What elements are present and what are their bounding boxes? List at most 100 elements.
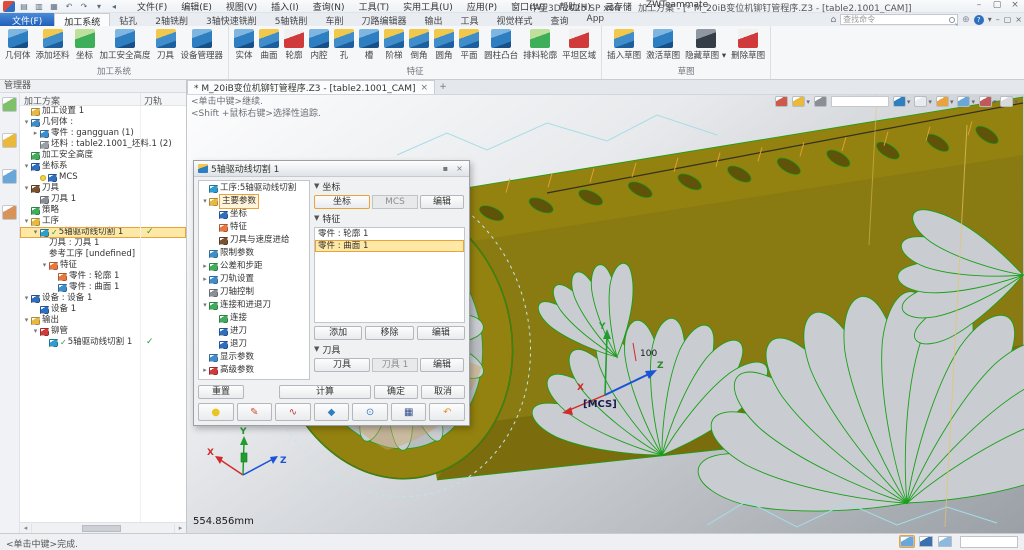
save-icon[interactable]: ▦ [48, 1, 60, 12]
expander-icon[interactable]: ▸ [201, 260, 209, 273]
menu-item-4[interactable]: 查询(N) [306, 0, 352, 14]
collapse-icon[interactable]: ◂ [108, 1, 120, 12]
dialog-nav-5[interactable]: 限制参数 [199, 247, 309, 260]
tree-row-0[interactable]: 加工设置 1 [20, 106, 186, 117]
ribbon-tab-9[interactable]: 视觉样式 [488, 13, 542, 26]
tips-icon[interactable]: ● [198, 403, 234, 421]
dialog-nav-8[interactable]: 刀轴控制 [199, 286, 309, 299]
doc-close-button[interactable]: × [1015, 15, 1022, 24]
ribbon-item-轮廓[interactable]: 轮廓 [282, 28, 306, 62]
ribbon-item-插入草图[interactable]: 插入草图 [605, 28, 643, 62]
tree-row-15[interactable]: 零件 : 轮廓 1 [20, 271, 186, 282]
tree-row-10[interactable]: ▾工序 [20, 216, 186, 227]
dialog-nav-4[interactable]: 刀具与速度进给 [199, 234, 309, 247]
expander-icon[interactable]: ▾ [22, 216, 31, 227]
ribbon-item-几何体[interactable]: 几何体 [3, 28, 33, 62]
ribbon-item-倒角[interactable]: 倒角 [407, 28, 431, 62]
tree-row-6[interactable]: MCS [20, 172, 186, 183]
export-view-icon[interactable] [775, 96, 788, 107]
coord-section-header[interactable]: ▼坐标 [314, 180, 465, 192]
scroll-right-arrow[interactable]: ▸ [175, 524, 186, 532]
expander-icon[interactable]: ▾ [22, 117, 31, 128]
dialog-pin-icon[interactable]: ▪ [440, 164, 451, 173]
tree-row-18[interactable]: 设备 1 [20, 304, 186, 315]
home-icon[interactable]: ⌂ [830, 15, 836, 25]
restore-operation-icon[interactable]: ↶ [429, 403, 465, 421]
tree-row-8[interactable]: 刀具 1 [20, 194, 186, 205]
ribbon-tab-5[interactable]: 车削 [316, 13, 352, 26]
expander-icon[interactable]: ▾ [22, 161, 31, 172]
ok-button[interactable]: 确定 [374, 385, 418, 399]
ribbon-item-排料轮廓[interactable]: 排料轮廓 [521, 28, 559, 62]
render-mode-icon[interactable]: ▾ [936, 96, 954, 107]
ribbon-tab-8[interactable]: 工具 [451, 13, 487, 26]
ribbon-tab-0[interactable]: 加工系统 [54, 13, 110, 26]
feature-item-1[interactable]: 零件 : 曲面 1 [315, 240, 464, 252]
feature-section-header[interactable]: ▼特征 [314, 212, 465, 224]
dialog-nav-0[interactable]: 工序:5轴驱动线切割 [199, 182, 309, 195]
panel-toggle-icon[interactable] [938, 536, 952, 547]
app-logo-icon[interactable] [3, 1, 15, 12]
ribbon-tab-2[interactable]: 2轴铣削 [146, 13, 197, 26]
tree-row-13[interactable]: 参考工序 [undefined] [20, 249, 186, 260]
ribbon-item-刀具[interactable]: 刀具 [154, 28, 178, 62]
ribbon-item-圆角[interactable]: 圆角 [432, 28, 456, 62]
tool-section-header[interactable]: ▼刀具 [314, 343, 465, 355]
dialog-close-icon[interactable]: × [454, 164, 465, 173]
tree-row-9[interactable]: 策略 [20, 205, 186, 216]
view-manager-icon[interactable] [2, 169, 17, 184]
menu-item-3[interactable]: 插入(I) [264, 0, 306, 14]
ribbon-item-激活草图[interactable]: 激活草图 [644, 28, 682, 62]
ribbon-item-阶梯[interactable]: 阶梯 [382, 28, 406, 62]
tool-pick-button[interactable]: 刀具 [314, 358, 370, 372]
display-toggle-icon[interactable] [919, 536, 933, 547]
tree-row-3[interactable]: 坯料 : table2.1001_坯料.1 (2) [20, 139, 186, 150]
view-cube-icon[interactable]: ▾ [914, 96, 932, 107]
ribbon-tab-10[interactable]: 查询 [542, 13, 578, 26]
ribbon-item-槽[interactable]: 槽 [357, 28, 381, 62]
dialog-nav-10[interactable]: 连接 [199, 312, 309, 325]
dialog-nav-9[interactable]: ▾连接和进退刀 [199, 299, 309, 312]
view-combo[interactable] [831, 96, 889, 107]
expander-icon[interactable]: ▾ [40, 260, 49, 271]
tool-edit-button[interactable]: 编辑 [420, 358, 464, 372]
expander-icon[interactable]: ▸ [31, 128, 40, 139]
expander-icon[interactable]: ▸ [201, 364, 209, 377]
ribbon-item-曲面[interactable]: 曲面 [257, 28, 281, 62]
tree-row-4[interactable]: 加工安全高度 [20, 150, 186, 161]
filter-mode-icon[interactable] [900, 536, 914, 547]
dialog-nav-14[interactable]: ▸高级参数 [199, 364, 309, 377]
edit-note-icon[interactable]: ✎ [237, 403, 273, 421]
tree-row-14[interactable]: ▾特征 [20, 260, 186, 271]
tool-check-icon[interactable]: ⊙ [352, 403, 388, 421]
scroll-left-arrow[interactable]: ◂ [20, 524, 31, 532]
cancel-button[interactable]: 取消 [421, 385, 465, 399]
measure-icon[interactable] [814, 96, 827, 107]
dialog-nav-13[interactable]: 显示参数 [199, 351, 309, 364]
ribbon-item-坐标[interactable]: 坐标 [73, 28, 97, 62]
expander-icon[interactable]: ▾ [201, 299, 209, 312]
expander-icon[interactable]: ▾ [22, 315, 31, 326]
ribbon-item-隐藏草图[interactable]: 隐藏草图 ▾ [683, 28, 728, 62]
file-tab[interactable]: 文件(F) [0, 13, 54, 26]
help-icon[interactable]: ? [974, 15, 984, 25]
save-operation-icon[interactable]: ▦ [391, 403, 427, 421]
menu-item-1[interactable]: 编辑(E) [174, 0, 219, 14]
minimize-button[interactable]: – [973, 0, 985, 10]
tree-row-12[interactable]: 刀具 : 刀具 1 [20, 238, 186, 249]
open-file-icon[interactable]: ▥ [33, 1, 45, 12]
ribbon-tab-11[interactable]: App [578, 13, 614, 26]
feature-item-0[interactable]: 零件 : 轮廓 1 [315, 228, 464, 240]
tree-row-11[interactable]: ▾✓5轴驱动线切割 1✓ [20, 227, 186, 238]
section-icon[interactable]: ▾ [1000, 96, 1018, 107]
doc-minimize-button[interactable]: – [996, 15, 1000, 24]
ribbon-tab-1[interactable]: 钻孔 [110, 13, 146, 26]
statusbar-input[interactable] [960, 536, 1018, 548]
online-resources-icon[interactable]: ⊕ [962, 15, 970, 25]
command-search-input[interactable]: 查找命令 [840, 14, 958, 25]
expander-icon[interactable]: ▾ [31, 326, 40, 337]
ribbon-item-添加坯料[interactable]: 添加坯料 [34, 28, 72, 62]
doc-restore-button[interactable]: ▢ [1004, 15, 1012, 24]
dialog-nav-11[interactable]: 进刀 [199, 325, 309, 338]
qat-menu-icon[interactable]: ▾ [93, 1, 105, 12]
